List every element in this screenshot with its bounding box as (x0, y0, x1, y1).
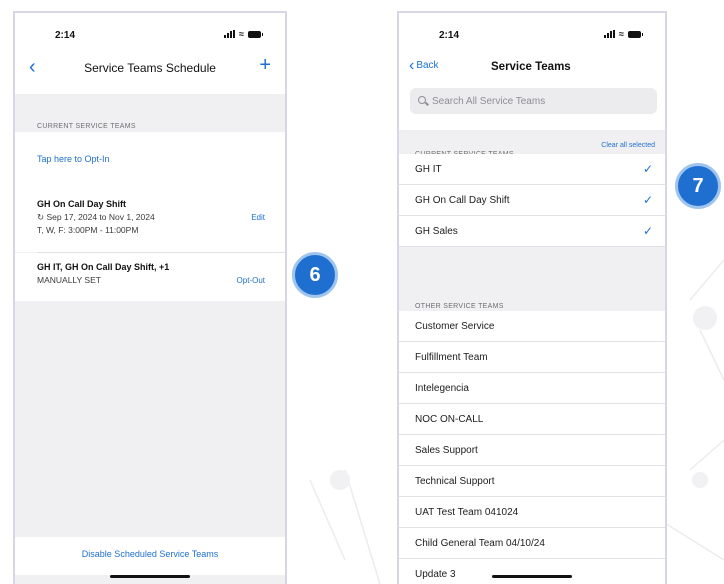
schedule-title: GH On Call Day Shift (37, 199, 127, 209)
schedule-days: T, W, F: 3:00PM - 11:00PM (37, 225, 139, 235)
battery-icon (628, 30, 643, 38)
status-bar: 2:14 ≈ (399, 13, 665, 49)
back-chevron-icon: ‹ (409, 56, 415, 74)
opt-in-link[interactable]: Tap here to Opt-In (15, 132, 285, 190)
manual-teams-title: GH IT, GH On Call Day Shift, +1 (37, 262, 170, 272)
manual-teams-row: GH IT, GH On Call Day Shift, +1 MANUALLY… (15, 253, 285, 301)
status-time: 2:14 (55, 30, 76, 41)
list-item[interactable]: NOC ON-CALL (399, 404, 665, 435)
schedule-row[interactable]: GH On Call Day Shift ↻ Sep 17, 2024 to N… (15, 190, 285, 252)
checkmark-icon: ✓ (642, 193, 653, 207)
back-button[interactable]: ‹ Back (409, 56, 439, 74)
list-item[interactable]: Intelegencia (399, 373, 665, 404)
page-title: Service Teams (491, 61, 571, 73)
list-item[interactable]: Customer Service (399, 311, 665, 342)
other-teams-header: OTHER SERVICE TEAMS (399, 281, 665, 311)
current-teams-header: CURRENT SERVICE TEAMS Clear all selected (399, 130, 665, 158)
search-input[interactable]: Search All Service Teams (410, 88, 657, 114)
nav-bar: ‹ Back Service Teams (399, 53, 665, 83)
page-title: Service Teams Schedule (84, 61, 216, 75)
section-header: CURRENT SERVICE TEAMS (15, 94, 285, 132)
manual-teams-subtitle: MANUALLY SET (37, 275, 101, 285)
disable-scheduled-button[interactable]: Disable Scheduled Service Teams (15, 537, 285, 575)
step-badge-7: 7 (675, 163, 721, 209)
wifi-icon: ≈ (619, 29, 624, 39)
list-item[interactable]: Technical Support (399, 466, 665, 497)
list-item[interactable]: Child General Team 04/10/24 (399, 528, 665, 559)
list-item[interactable]: GH Sales ✓ (399, 216, 665, 247)
signal-icon (604, 30, 616, 38)
left-phone-screen: 2:14 ≈ ‹ Service Teams Schedule + CURREN… (13, 11, 287, 584)
signal-icon (224, 30, 236, 38)
schedule-dates: ↻ Sep 17, 2024 to Nov 1, 2024 (37, 212, 155, 222)
schedule-content: CURRENT SERVICE TEAMS Tap here to Opt-In… (15, 94, 285, 584)
list-item[interactable]: Fulfillment Team (399, 342, 665, 373)
search-icon (418, 96, 428, 106)
battery-icon (248, 30, 263, 38)
checkmark-icon: ✓ (642, 224, 653, 238)
nav-bar: ‹ Service Teams Schedule + (15, 53, 285, 83)
home-indicator (492, 575, 572, 578)
list-item[interactable]: GH On Call Day Shift ✓ (399, 185, 665, 216)
status-time: 2:14 (439, 30, 460, 41)
clear-all-selected-button[interactable]: Clear all selected (601, 142, 655, 149)
list-item[interactable]: Sales Support (399, 435, 665, 466)
list-item[interactable]: UAT Test Team 041024 (399, 497, 665, 528)
list-item[interactable]: Update 3 (399, 559, 665, 584)
list-item[interactable]: GH IT ✓ (399, 154, 665, 185)
home-indicator (110, 575, 190, 578)
status-bar: 2:14 ≈ (15, 13, 285, 49)
checkmark-icon: ✓ (642, 162, 653, 176)
add-button[interactable]: + (259, 54, 271, 77)
recurring-icon: ↻ (37, 212, 45, 222)
right-phone-screen: 2:14 ≈ ‹ Back Service Teams Search All S… (397, 11, 667, 584)
opt-out-button[interactable]: Opt-Out (237, 276, 265, 285)
step-badge-6: 6 (292, 252, 338, 298)
wifi-icon: ≈ (239, 29, 244, 39)
teams-list: CURRENT SERVICE TEAMS Clear all selected… (399, 130, 665, 584)
edit-button[interactable]: Edit (251, 213, 265, 222)
